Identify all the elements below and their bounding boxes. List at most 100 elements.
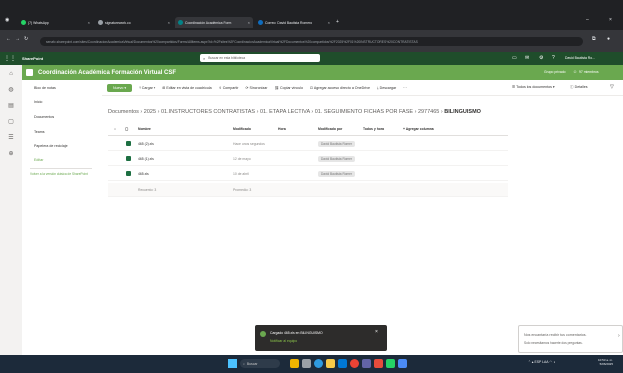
file-name[interactable]: 465 (2).xls (138, 142, 154, 146)
tab-correo[interactable]: Correo: David Bautista Romero × (255, 17, 333, 28)
download-button[interactable]: ⤓ Descargar (377, 86, 396, 90)
close-tab-icon[interactable]: × (168, 20, 170, 25)
store-icon[interactable] (338, 359, 347, 368)
volume-icon: ◗ (553, 360, 556, 364)
add-column-button[interactable]: + Agregar columna (403, 127, 434, 131)
tab-signaturework[interactable]: signaturework.co × (95, 17, 173, 28)
nav-item-teams[interactable]: Teams (34, 130, 45, 134)
breadcrumb-item[interactable]: 2025 (144, 109, 156, 115)
url-field[interactable]: senafc.sharepoint.com/sites/Coordinacion… (40, 37, 583, 46)
breadcrumb-item[interactable]: 01.INSTRUCTORES CONTRATISTAS (161, 109, 255, 115)
add-shortcut-button[interactable]: ⊡ Agregar acceso directo a OneDrive (310, 86, 370, 90)
globe-icon[interactable]: ◍ (7, 86, 15, 94)
column-modified-by[interactable]: Modificado por (318, 127, 342, 131)
classic-sharepoint-link[interactable]: Volver a la versión clásica de SharePoin… (30, 172, 92, 176)
members-count[interactable]: 97 miembros (579, 70, 599, 74)
chat-icon[interactable]: ▭ (512, 55, 517, 61)
nav-item-home[interactable]: Inicio (34, 100, 42, 104)
reload-icon[interactable]: ↻ (24, 36, 28, 42)
more-button[interactable]: ··· (403, 86, 407, 90)
windows-start-icon[interactable] (228, 359, 237, 368)
user-name[interactable]: David Bautista Ro... (565, 56, 595, 60)
site-title[interactable]: Coordinación Académica Formación Virtual… (38, 70, 176, 76)
details-button[interactable]: ⓘ Detalles (570, 85, 588, 90)
language-indicator[interactable]: ESP LAA (534, 360, 548, 364)
teams-icon[interactable] (362, 359, 371, 368)
clock[interactable]: 10:53 a. m. 5/06/2025 (598, 358, 613, 366)
extensions-icon[interactable]: ⧉ (592, 36, 596, 42)
modified-by[interactable]: David Bautista Romer (318, 155, 356, 162)
breadcrumb-item[interactable]: 01. SEGUIMIENTO FICHAS POR FASE (315, 109, 413, 115)
new-button[interactable]: Nuevo ▾ (107, 83, 133, 92)
lists-icon[interactable]: ☰ (7, 134, 15, 142)
modified-by[interactable]: David Bautista Romer (318, 140, 356, 147)
filter-icon[interactable]: ▽ (610, 84, 614, 90)
nav-item-recycle-bin[interactable]: Papelera de reciclaje (34, 144, 68, 148)
chevron-up-icon[interactable]: ⌃ (528, 360, 531, 364)
taskbar-search[interactable]: ⌕ Buscar (240, 359, 280, 368)
column-modified[interactable]: Modificado (233, 127, 251, 131)
settings-icon[interactable]: ⚙ (539, 55, 543, 61)
system-tray[interactable]: ⌃ ▴ ESP LAA ◠ ◗ (528, 360, 555, 364)
upload-button[interactable]: ⤒ Cargar ▾ (139, 86, 155, 90)
sync-button[interactable]: ⟳ Sincronizar (245, 86, 267, 90)
edge-icon[interactable] (314, 359, 323, 368)
forward-icon[interactable]: → (15, 36, 20, 42)
modified-by[interactable]: David Bautista Romer (318, 170, 356, 177)
feedback-title[interactable]: Nos encantaría recibir tus comentarios. (524, 333, 587, 337)
widgets-icon[interactable] (290, 359, 299, 368)
app-icon[interactable] (374, 359, 383, 368)
home-icon[interactable]: ⌂ (7, 71, 15, 79)
file-name[interactable]: 465 (1).xls (138, 157, 154, 161)
tab-coordinacion[interactable]: Coordinación Académica Form × (175, 17, 253, 28)
tab-whatsapp[interactable]: (7) WhatsApp × (18, 17, 93, 28)
profile-icon[interactable]: ● (607, 36, 610, 42)
app-launcher-icon[interactable]: ⋮⋮ (4, 55, 16, 62)
minimize-icon[interactable]: – (586, 17, 589, 23)
browser-profile-icon[interactable]: ◉ (5, 17, 9, 23)
table-row[interactable]: 465 (2).xls Hace unos segundos David Bau… (108, 137, 508, 151)
news-icon[interactable]: ▤ (7, 102, 15, 110)
create-icon[interactable]: ⊕ (7, 150, 15, 158)
app-icon[interactable] (386, 359, 395, 368)
close-tab-icon[interactable]: × (88, 20, 90, 25)
breadcrumb-item[interactable]: Documentos (108, 109, 139, 115)
new-tab-icon[interactable]: + (336, 19, 339, 25)
edit-grid-button[interactable]: ⊞ Editar en vista de cuadrícula (162, 86, 211, 90)
table-row[interactable]: 465 (1).xls 12 de mayo David Bautista Ro… (108, 152, 508, 166)
back-icon[interactable]: ← (6, 36, 11, 42)
app-icon[interactable] (398, 359, 407, 368)
close-window-icon[interactable]: × (609, 17, 612, 23)
breadcrumb-item[interactable]: 01. ETAPA LECTIVA (260, 109, 310, 115)
column-name[interactable]: Nombre (138, 127, 151, 131)
edit-grid-label: Editar en vista de cuadrícula (166, 85, 212, 90)
nav-item-documents[interactable]: Documentos (34, 115, 54, 119)
table-row[interactable]: 465.xls 10 de abril David Bautista Romer (108, 167, 508, 181)
chevron-right-icon[interactable]: › (618, 333, 620, 339)
app-name[interactable]: SharePoint (22, 56, 43, 61)
column-time[interactable]: Hora (278, 127, 286, 131)
chrome-icon[interactable] (350, 359, 359, 368)
notify-team-link[interactable]: Notificar al equipo (270, 339, 297, 343)
close-toast-icon[interactable]: × (375, 329, 378, 335)
help-icon[interactable]: ? (552, 55, 555, 61)
share-button[interactable]: ⇪ Compartir (219, 86, 239, 90)
close-tab-icon[interactable]: × (328, 20, 330, 25)
breadcrumb-item[interactable]: 2977465 (418, 109, 439, 115)
success-icon (260, 331, 266, 337)
select-all-checkbox[interactable]: ○ (114, 127, 116, 131)
file-name[interactable]: 465.xls (138, 172, 149, 176)
search-box[interactable]: ⌕ Buscar en esta biblioteca (200, 54, 320, 62)
column-all-time[interactable]: Todos y hora (363, 127, 384, 131)
nav-item-edit[interactable]: Editar (34, 158, 43, 162)
files-icon[interactable]: ▢ (7, 118, 15, 126)
file-explorer-icon[interactable] (326, 359, 335, 368)
nav-divider (30, 168, 92, 169)
nav-item-notebook[interactable]: Bloc de notas (34, 86, 56, 90)
close-tab-icon[interactable]: × (248, 20, 250, 25)
tab-label: Coordinación Académica Form (185, 20, 232, 25)
task-view-icon[interactable] (302, 359, 311, 368)
notifications-icon[interactable]: ✉ (525, 55, 529, 61)
copy-link-button[interactable]: ⛓ Copiar vínculo (274, 86, 303, 90)
view-selector[interactable]: ☰ Todos los documentos ▾ (512, 85, 555, 89)
